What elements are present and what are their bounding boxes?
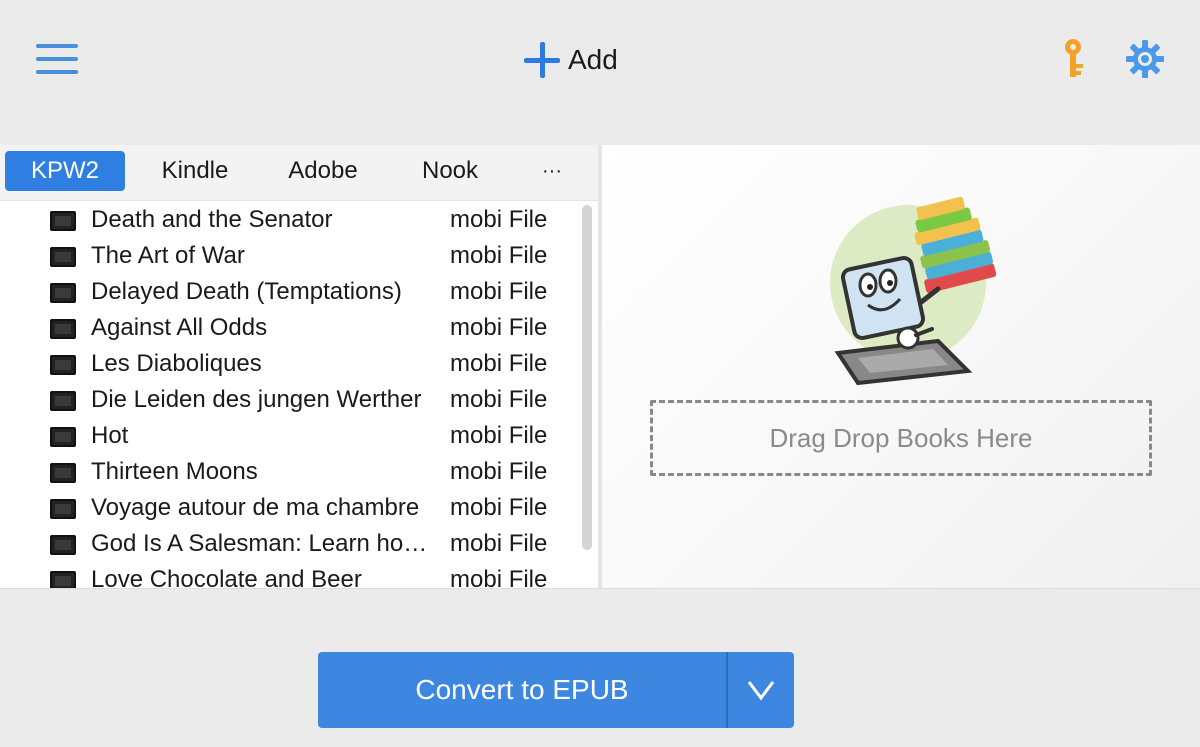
device-tabs: KPW2 Kindle Adobe Nook ··· xyxy=(0,145,598,201)
add-button-label: Add xyxy=(568,44,618,75)
gear-icon[interactable] xyxy=(1124,38,1166,80)
tab-kpw2[interactable]: KPW2 xyxy=(5,151,125,191)
ebook-icon xyxy=(50,319,76,339)
chevron-down-icon xyxy=(747,681,775,701)
book-title: The Art of War xyxy=(91,242,245,269)
book-list-pane: KPW2 Kindle Adobe Nook ··· Death and the… xyxy=(0,145,598,588)
convert-button[interactable]: Convert to EPUB xyxy=(318,652,726,728)
book-type: mobi File xyxy=(450,566,548,588)
list-item[interactable]: Against All Odds mobi File xyxy=(0,311,580,347)
ebook-icon xyxy=(50,535,76,555)
ebook-icon xyxy=(50,571,76,588)
tab-adobe[interactable]: Adobe xyxy=(268,151,378,191)
list-item[interactable]: Die Leiden des jungen Werther mobi File xyxy=(0,383,580,419)
list-item[interactable]: Delayed Death (Temptations) mobi File xyxy=(0,275,580,311)
book-title: Love Chocolate and Beer xyxy=(91,566,362,588)
tab-nook[interactable]: Nook xyxy=(400,151,500,191)
list-item[interactable]: Love Chocolate and Beer mobi File xyxy=(0,563,580,588)
ebook-icon xyxy=(50,211,76,231)
ebook-icon xyxy=(50,283,76,303)
book-title: Les Diaboliques xyxy=(91,350,262,377)
list-item[interactable]: Voyage autour de ma chambre mobi File xyxy=(0,491,580,527)
drop-zone-label: Drag Drop Books Here xyxy=(769,422,1033,453)
book-type: mobi File xyxy=(450,386,548,413)
book-type: mobi File xyxy=(450,350,548,377)
convert-button-label: Convert to EPUB xyxy=(415,674,629,705)
book-title: Delayed Death (Temptations) xyxy=(91,278,402,305)
tab-kindle[interactable]: Kindle xyxy=(140,151,250,191)
laptop-with-books-illustration xyxy=(830,196,997,386)
book-type: mobi File xyxy=(450,530,548,557)
drop-zone[interactable]: Drag Drop Books Here xyxy=(650,400,1152,476)
ebook-icon xyxy=(50,247,76,267)
book-type: mobi File xyxy=(450,458,548,485)
list-item[interactable]: Les Diaboliques mobi File xyxy=(0,347,580,383)
ebook-icon xyxy=(50,391,76,411)
scrollbar-thumb[interactable] xyxy=(582,205,592,550)
book-title: Voyage autour de ma chambre xyxy=(91,494,420,521)
ebook-icon xyxy=(50,427,76,447)
drop-pane: Drag Drop Books Here xyxy=(602,145,1200,588)
book-title: Die Leiden des jungen Werther xyxy=(91,386,422,413)
ebook-icon xyxy=(50,499,76,519)
list-item[interactable]: The Art of War mobi File xyxy=(0,239,580,275)
add-button[interactable]: Add xyxy=(522,38,618,82)
book-list: Death and the Senator mobi File The Art … xyxy=(0,203,598,588)
book-title: Hot xyxy=(91,422,129,449)
book-type: mobi File xyxy=(450,314,548,341)
book-title: Against All Odds xyxy=(91,314,268,341)
list-item[interactable]: God Is A Salesman: Learn how to sell mob… xyxy=(0,527,580,563)
book-type: mobi File xyxy=(450,242,548,269)
convert-format-dropdown[interactable] xyxy=(728,652,794,728)
ebook-icon xyxy=(50,355,76,375)
book-type: mobi File xyxy=(450,494,548,521)
book-type: mobi File xyxy=(450,422,548,449)
list-item[interactable]: Death and the Senator mobi File xyxy=(0,203,580,239)
book-list-scrollbar[interactable] xyxy=(580,205,594,550)
plus-icon xyxy=(522,40,562,80)
key-icon[interactable] xyxy=(1056,36,1090,82)
book-title: God Is A Salesman: Learn how to sell xyxy=(91,530,431,557)
ebook-icon xyxy=(50,463,76,483)
book-title: Death and the Senator xyxy=(91,206,333,233)
book-title: Thirteen Moons xyxy=(91,458,258,485)
list-item[interactable]: Thirteen Moons mobi File xyxy=(0,455,580,491)
tab-more[interactable]: ··· xyxy=(520,151,584,191)
list-item[interactable]: Hot mobi File xyxy=(0,419,580,455)
hamburger-menu-icon[interactable] xyxy=(36,42,80,76)
book-type: mobi File xyxy=(450,278,548,305)
book-type: mobi File xyxy=(450,206,548,233)
